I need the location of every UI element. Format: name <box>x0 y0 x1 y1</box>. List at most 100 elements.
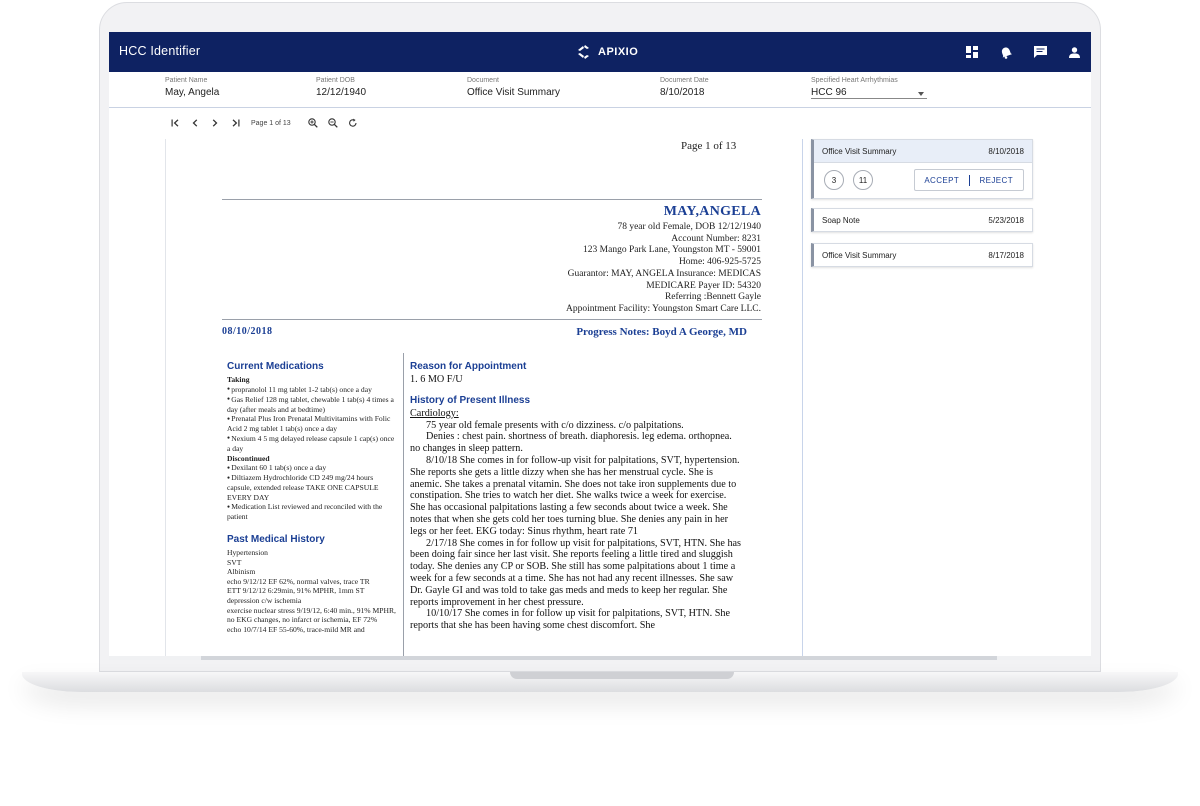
page-count-badge[interactable]: 3 <box>824 170 844 190</box>
medication-item: Gas Relief 128 mg tablet, chewable 1 tab… <box>227 395 397 415</box>
past-medical-history-heading: Past Medical History <box>227 534 325 546</box>
hpi-heading: History of Present Illness <box>410 394 531 406</box>
document-card-header[interactable]: Office Visit Summary 8/17/2018 <box>814 244 1032 266</box>
address-line: Referring :Bennett Gayle <box>664 292 761 303</box>
document-card-title: Office Visit Summary <box>822 146 897 156</box>
hcc-select-label: Specified Heart Arrhythmias <box>811 77 898 84</box>
prev-page-button[interactable] <box>185 116 205 130</box>
document-card-date: 5/23/2018 <box>988 215 1024 225</box>
taking-label: Taking <box>227 375 250 384</box>
hpi-paragraph: 8/10/18 She comes in for follow-up visit… <box>410 454 740 537</box>
top-bar: HCC Identifier APIXIO <box>109 32 1091 72</box>
document-card[interactable]: Soap Note 5/23/2018 <box>811 208 1033 232</box>
laptop-base <box>22 672 1178 692</box>
document-card-date: 8/17/2018 <box>988 250 1024 260</box>
history-item: exercise nuclear stress 9/19/12, 6:40 mi… <box>227 605 396 625</box>
address-line: Account Number: 8231 <box>671 233 761 244</box>
reject-button[interactable]: REJECT <box>970 176 1024 185</box>
hpi-paragraph: 10/10/17 She comes in for follow up visi… <box>410 608 730 632</box>
document-date-label: Document Date <box>660 77 709 84</box>
divider <box>222 199 762 200</box>
accept-button[interactable]: ACCEPT <box>915 176 969 185</box>
history-item: ETT 9/12/12 6:29min, 91% MPHR, 1mm ST de… <box>227 586 365 606</box>
notification-bell-icon[interactable] <box>989 32 1023 72</box>
chat-icon[interactable] <box>1023 32 1057 72</box>
document-card-title: Office Visit Summary <box>822 250 897 260</box>
page-indicator: Page 1 of 13 <box>251 119 291 127</box>
medication-item: Prenatal Plus Iron Prenatal Multivitamin… <box>227 414 397 434</box>
document-card[interactable]: Office Visit Summary 8/10/2018 3 11 ACCE… <box>811 139 1033 199</box>
document-viewer[interactable]: Page 1 of 13 MAY,ANGELA 78 year old Fema… <box>165 139 803 660</box>
patient-address-block: 78 year old Female, DOB 12/12/1940 Accou… <box>441 222 761 316</box>
document-date-value: 8/10/2018 <box>660 87 705 98</box>
document-page-number: Page 1 of 13 <box>681 140 737 152</box>
medication-item: propranolol 11 mg tablet 1-2 tab(s) once… <box>227 385 397 395</box>
progress-notes-heading: Progress Notes: Boyd A George, MD <box>576 326 747 338</box>
document-value: Office Visit Summary <box>467 87 560 98</box>
rotate-button[interactable] <box>343 116 363 130</box>
accept-reject-group: ACCEPT REJECT <box>914 169 1024 191</box>
patient-name-label: Patient Name <box>165 77 208 84</box>
top-icon-group <box>955 32 1091 72</box>
document-left-column: Current Medications Taking propranolol 1… <box>227 361 397 634</box>
medication-item: Diltiazem Hydrochloride CD 249 mg/24 hou… <box>227 473 397 502</box>
visit-date: 08/10/2018 <box>222 326 273 337</box>
address-line: MEDICARE Payer ID: 54320 <box>646 280 761 291</box>
patient-name-field: Patient Name May, Angela <box>165 77 219 98</box>
horizontal-scrollbar[interactable] <box>109 656 1091 660</box>
first-page-icon <box>171 119 178 127</box>
document-label: Document <box>467 77 499 84</box>
document-card-header[interactable]: Soap Note 5/23/2018 <box>814 209 1032 231</box>
last-page-icon <box>232 119 239 127</box>
app-screen: HCC Identifier APIXIO Patient Name May, … <box>109 32 1091 660</box>
zoom-out-button[interactable] <box>323 116 343 130</box>
document-patient-name: MAY,ANGELA <box>663 204 761 219</box>
rotate-icon <box>348 118 357 127</box>
dashboard-icon[interactable] <box>955 32 989 72</box>
first-page-button[interactable] <box>165 116 185 130</box>
document-card[interactable]: Office Visit Summary 8/17/2018 <box>811 243 1033 267</box>
hpi-paragraph: Denies : chest pain. shortness of breath… <box>410 431 732 455</box>
user-icon[interactable] <box>1057 32 1091 72</box>
address-line: Home: 406-925-5725 <box>678 257 761 268</box>
patient-dob-label: Patient DOB <box>316 77 355 84</box>
history-item: Albinism <box>227 567 256 577</box>
medication-item: Nexium 4 5 mg delayed release capsule 1 … <box>227 434 397 454</box>
medication-item: Dexilant 60 1 tab(s) once a day <box>227 463 397 473</box>
address-line: 123 Mango Park Lane, Youngston MT - 5900… <box>583 245 761 256</box>
reason-text: 1. 6 MO F/U <box>410 374 463 385</box>
zoom-out-icon <box>327 118 338 128</box>
zoom-in-icon <box>307 118 318 128</box>
current-medications-heading: Current Medications <box>227 361 324 372</box>
document-card-header[interactable]: Office Visit Summary 8/10/2018 <box>814 140 1032 162</box>
document-date-field: Document Date 8/10/2018 <box>660 77 709 98</box>
history-item: SVT <box>227 557 242 567</box>
chevron-down-icon <box>918 92 924 96</box>
history-item: Hypertension <box>227 548 268 558</box>
patient-dob-value: 12/12/1940 <box>316 87 367 98</box>
document-card-actions: 3 11 ACCEPT REJECT <box>814 162 1032 198</box>
scrollbar-thumb[interactable] <box>201 656 997 660</box>
last-page-button[interactable] <box>225 116 245 130</box>
apixio-logo-icon <box>578 45 589 59</box>
chevron-left-icon <box>192 119 198 127</box>
chevron-right-icon <box>212 119 218 127</box>
document-card-date: 8/10/2018 <box>988 146 1024 156</box>
hcc-select[interactable]: HCC 96 <box>811 87 927 99</box>
history-item: echo 10/7/14 EF 55-60%, trace-mild MR an… <box>227 624 365 634</box>
hcc-select-value: HCC 96 <box>811 87 847 98</box>
discontinued-label: Discontinued <box>227 453 270 463</box>
document-right-column: Reason for Appointment 1. 6 MO F/U Histo… <box>410 361 742 632</box>
hpi-paragraph: 75 year old female presents with c/o diz… <box>426 419 684 431</box>
hpi-paragraph: 2/17/18 She comes in for follow up visit… <box>410 537 742 608</box>
page-count-badge[interactable]: 11 <box>853 170 873 190</box>
patient-dob-field: Patient DOB 12/12/1940 <box>316 77 366 98</box>
zoom-in-button[interactable] <box>303 116 323 130</box>
brand-name: APIXIO <box>598 46 639 58</box>
medication-item: Medication List reviewed and reconciled … <box>227 502 397 522</box>
next-page-button[interactable] <box>205 116 225 130</box>
cardiology-label: Cardiology: <box>410 407 459 419</box>
history-item: echo 9/12/12 EF 62%, normal valves, trac… <box>227 576 370 586</box>
document-card-title: Soap Note <box>822 215 860 225</box>
address-line: 78 year old Female, DOB 12/12/1940 <box>617 222 761 232</box>
